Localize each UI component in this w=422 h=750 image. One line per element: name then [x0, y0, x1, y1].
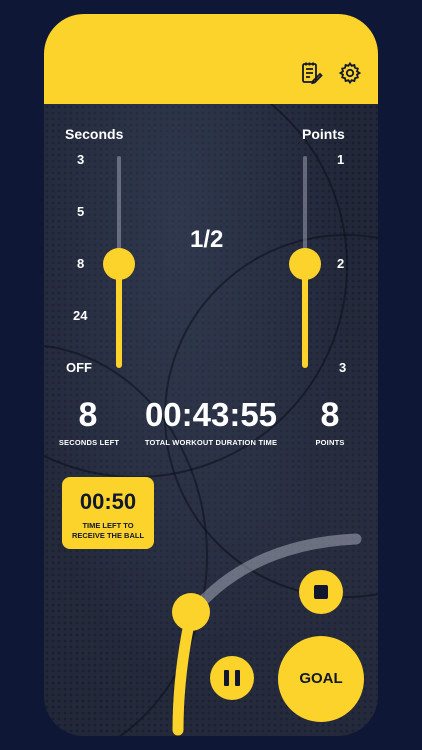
goal-button-label: GOAL: [299, 670, 343, 687]
app-screen: Seconds 3 5 8 24 OFF 1/2 Points 1 2 3 8 …: [44, 14, 378, 736]
pause-icon: [224, 670, 229, 686]
pause-button[interactable]: [210, 656, 254, 700]
progress-arc-fill: [172, 608, 197, 736]
progress-arc: [172, 533, 362, 736]
goal-button[interactable]: GOAL: [278, 636, 364, 722]
pause-icon: [235, 670, 240, 686]
stop-icon: [314, 585, 328, 599]
stop-button[interactable]: [299, 570, 343, 614]
progress-arc-knob[interactable]: [172, 593, 210, 631]
